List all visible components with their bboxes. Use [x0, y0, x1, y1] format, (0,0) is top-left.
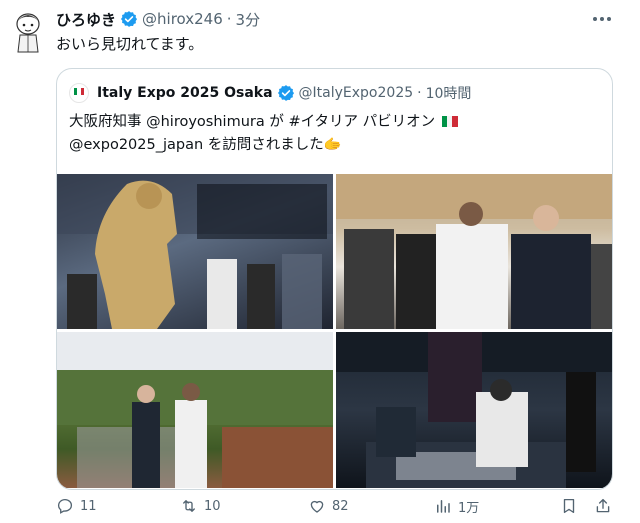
retweet-icon: [183, 500, 195, 512]
quoted-tweet[interactable]: Italy Expo 2025 Osaka @ItalyExpo2025 · 1…: [56, 68, 613, 490]
italy-flag-icon: [441, 116, 458, 127]
reply-count: 11: [80, 498, 97, 514]
verified-badge-icon: [277, 84, 295, 102]
separator: ·: [417, 85, 422, 101]
action-bar: 11 10 82 1万: [56, 496, 616, 516]
quote-handle[interactable]: @ItalyExpo2025: [299, 85, 414, 101]
photo-3[interactable]: [57, 332, 333, 488]
quote-text-line-2: @expo2025_japan を訪問されました🫱: [69, 137, 342, 153]
photo-2[interactable]: [336, 174, 612, 329]
quote-text-line-1: 大阪府知事 @hiroyoshimura が #イタリア パビリオン: [69, 114, 436, 130]
verified-badge-icon: [120, 10, 138, 28]
bookmark-button[interactable]: [560, 496, 578, 516]
tweet-text: おいら見切れてます。: [56, 35, 204, 53]
more-icon[interactable]: [590, 12, 614, 26]
like-icon: [310, 500, 324, 513]
separator: ·: [226, 10, 232, 28]
avatar[interactable]: [10, 8, 46, 56]
timestamp[interactable]: 3分: [236, 9, 261, 30]
bookmark-icon: [563, 498, 575, 514]
quote-header: Italy Expo 2025 Osaka @ItalyExpo2025 · 1…: [69, 83, 471, 103]
retweet-button[interactable]: 10: [180, 496, 221, 516]
reply-icon: [57, 498, 73, 514]
handle[interactable]: @hirox246: [142, 10, 223, 28]
quote-text: 大阪府知事 @hiroyoshimura が #イタリア パビリオン @expo…: [69, 111, 599, 157]
photo-1[interactable]: [57, 174, 333, 329]
photo-4[interactable]: [336, 332, 612, 488]
like-button[interactable]: 82: [308, 496, 349, 516]
quote-avatar[interactable]: [69, 83, 89, 103]
like-count: 82: [332, 498, 349, 514]
photo-grid: [57, 174, 612, 488]
tweet-header: ひろゆき @hirox246 · 3分: [56, 8, 260, 30]
views-count: 1万: [458, 500, 480, 516]
reply-button[interactable]: 11: [56, 496, 97, 516]
display-name[interactable]: ひろゆき: [56, 9, 116, 30]
views-icon: [437, 500, 450, 513]
share-icon: [596, 498, 610, 513]
quote-display-name[interactable]: Italy Expo 2025 Osaka: [97, 85, 273, 101]
views-button[interactable]: 1万: [434, 496, 479, 516]
share-button[interactable]: [594, 496, 612, 516]
retweet-count: 10: [204, 498, 221, 514]
quote-timestamp: 10時間: [425, 86, 472, 102]
